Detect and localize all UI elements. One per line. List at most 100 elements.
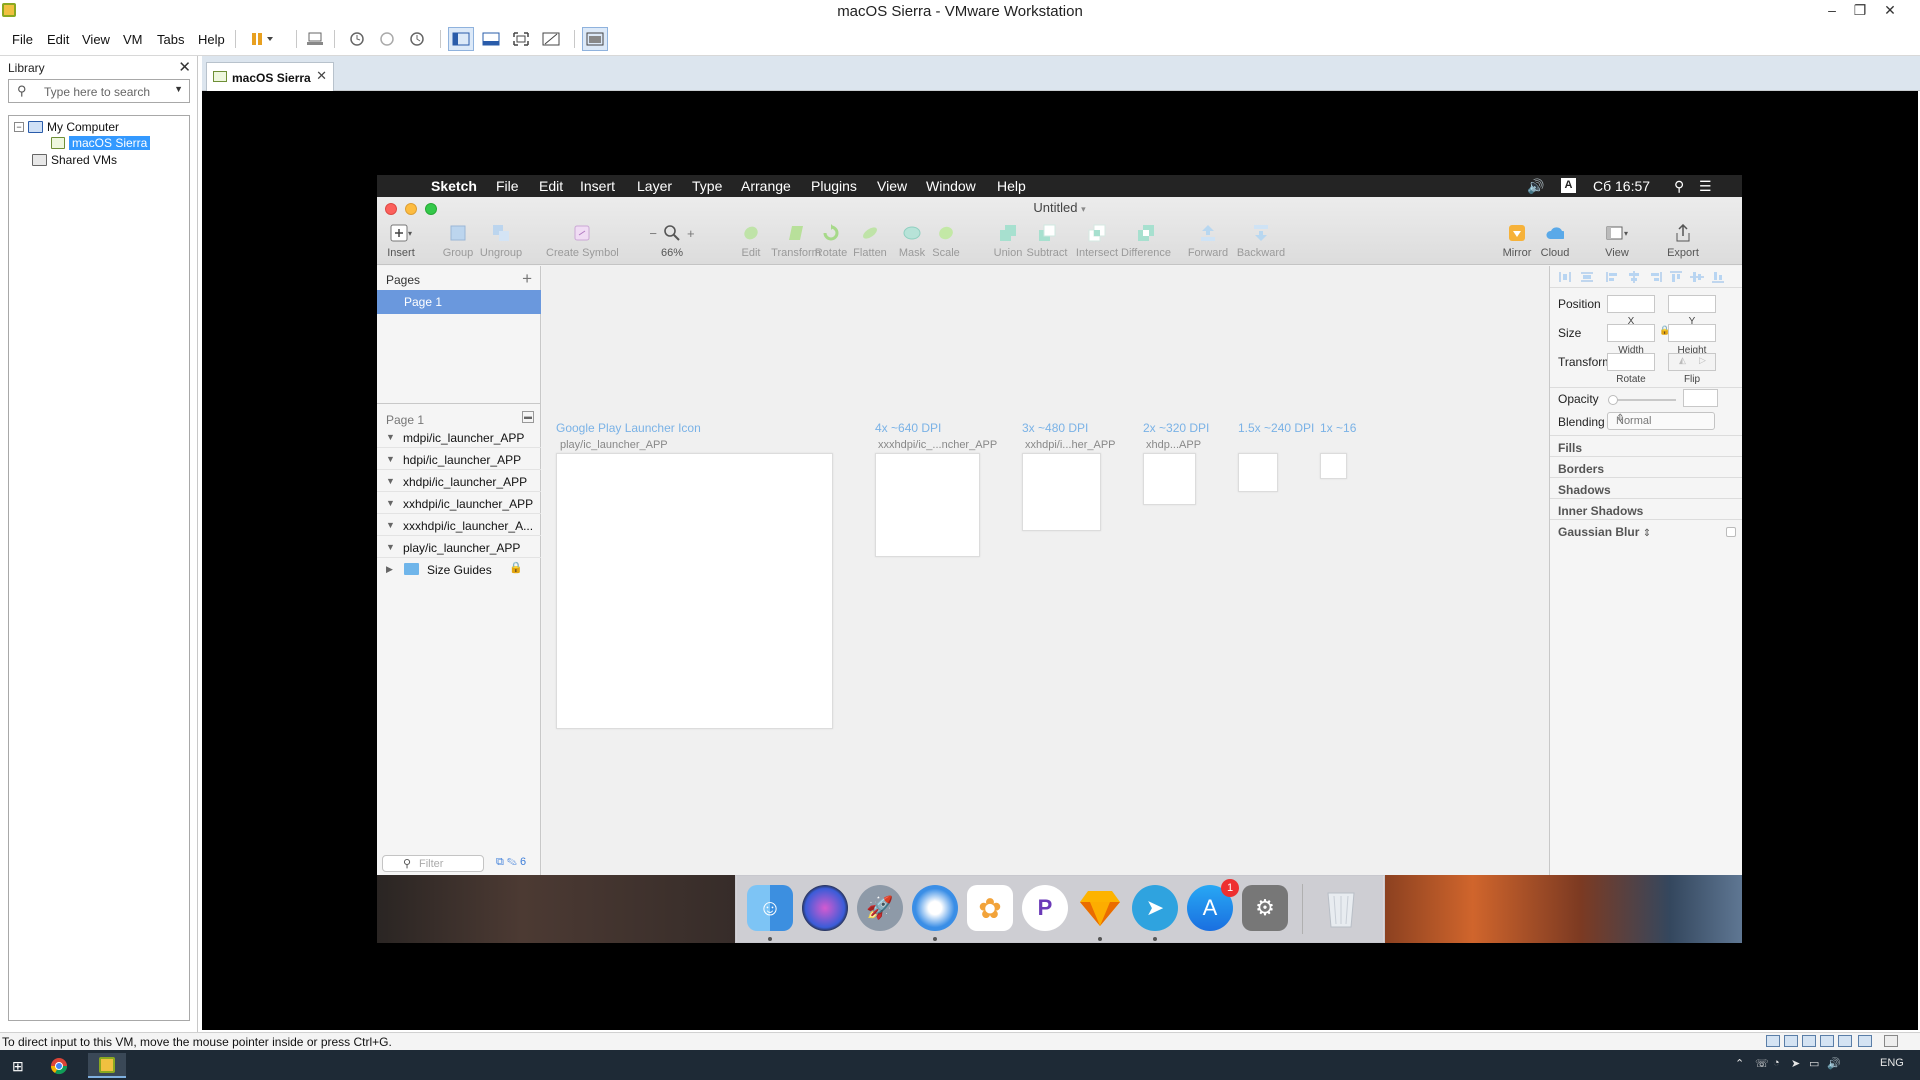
minimize-icon[interactable]: – xyxy=(1818,0,1846,22)
artboard-name[interactable]: xxxhdpi/ic_...ncher_APP xyxy=(878,439,997,451)
safari-icon[interactable]: ✧ xyxy=(912,885,958,931)
disclosure-triangle-icon[interactable]: ▼ xyxy=(386,476,395,486)
collapse-layers-icon[interactable]: ▬ xyxy=(522,411,534,423)
tree-item-shared-vms[interactable]: Shared VMs xyxy=(32,153,117,167)
layer-row-size-guides[interactable]: ▶ Size Guides 🔒 xyxy=(377,558,541,580)
network-tray-icon[interactable]: ▭ xyxy=(1809,1057,1819,1070)
layer-row[interactable]: ▼ hdpi/ic_launcher_APP xyxy=(377,448,541,470)
canvas[interactable]: Google Play Launcher Icon play/ic_launch… xyxy=(542,266,1549,875)
send-ctrl-alt-del-button[interactable] xyxy=(302,27,328,51)
console-view-button[interactable] xyxy=(582,27,608,51)
library-search-input[interactable]: ⚲ Type here to search ▼ xyxy=(8,79,190,103)
notification-center-icon[interactable]: ☰ xyxy=(1699,178,1712,195)
chevron-updown-icon[interactable]: ⇕ xyxy=(1643,528,1651,539)
artboard-title[interactable]: 4x ~640 DPI xyxy=(875,421,941,435)
fills-section[interactable]: Fills xyxy=(1558,441,1582,455)
artboard-title[interactable]: 3x ~480 DPI xyxy=(1022,421,1088,435)
hard-disk-icon[interactable] xyxy=(1766,1035,1780,1047)
artboard-title[interactable]: 2x ~320 DPI xyxy=(1143,421,1209,435)
gaussian-blur-checkbox[interactable] xyxy=(1726,527,1736,537)
artboard-play[interactable] xyxy=(556,453,833,729)
revert-snapshot-button[interactable] xyxy=(374,27,400,51)
telegram-icon[interactable]: ➤ xyxy=(1132,885,1178,931)
mac-menu-file[interactable]: File xyxy=(496,178,519,194)
menu-file[interactable]: File xyxy=(12,32,33,47)
opacity-input[interactable] xyxy=(1683,389,1718,407)
windows-start-icon[interactable]: ⊞ xyxy=(12,1058,24,1075)
tree-item-macos-sierra[interactable]: macOS Sierra xyxy=(51,136,151,150)
opacity-slider[interactable] xyxy=(1608,395,1676,405)
add-page-icon[interactable]: + xyxy=(522,269,532,289)
flip-buttons[interactable]: ◭ ▷ xyxy=(1668,353,1716,371)
mac-menu-app[interactable]: Sketch xyxy=(431,178,477,194)
restore-icon[interactable]: ❐ xyxy=(1846,0,1874,22)
subtract-button[interactable]: Subtract xyxy=(1020,221,1074,259)
blending-select[interactable]: Normal ⇕ xyxy=(1607,412,1715,430)
mac-menu-arrange[interactable]: Arrange xyxy=(741,178,791,194)
launchpad-icon[interactable]: 🚀 xyxy=(857,885,903,931)
system-preferences-icon[interactable]: ⚙ xyxy=(1242,885,1288,931)
tab-macos-sierra[interactable]: macOS Sierra ✕ xyxy=(206,62,334,91)
display-icon[interactable] xyxy=(1858,1035,1872,1047)
slices-filter-icon[interactable]: ✎ xyxy=(507,856,517,868)
volume-tray-icon[interactable]: 🔊 xyxy=(1827,1057,1841,1070)
unity-button[interactable] xyxy=(538,27,564,51)
align-top-icon[interactable] xyxy=(1669,271,1683,283)
position-y-input[interactable] xyxy=(1668,295,1716,313)
pause-vm-button[interactable] xyxy=(244,27,280,51)
distribute-vertical-icon[interactable] xyxy=(1580,271,1594,283)
ungroup-button[interactable]: Ungroup xyxy=(471,221,531,259)
tray-app-icon[interactable]: ◔ xyxy=(1773,1057,1780,1069)
align-right-icon[interactable] xyxy=(1648,271,1662,283)
export-button[interactable]: Export xyxy=(1661,221,1705,259)
close-icon[interactable]: ✕ xyxy=(1876,0,1904,22)
create-symbol-button[interactable]: Create Symbol xyxy=(546,221,619,259)
lock-icon[interactable]: 🔒 xyxy=(509,561,523,574)
mac-menu-insert[interactable]: Insert xyxy=(580,178,615,194)
disclosure-triangle-icon[interactable]: ▼ xyxy=(386,432,395,442)
distribute-horizontal-icon[interactable] xyxy=(1558,271,1572,283)
collapse-icon[interactable]: − xyxy=(14,122,24,132)
artboard-mdpi[interactable] xyxy=(1320,453,1347,479)
input-source-icon[interactable]: A xyxy=(1561,178,1576,193)
chevron-down-icon[interactable]: ▼ xyxy=(174,84,183,94)
symbols-filter-icon[interactable]: ⧉ xyxy=(496,856,504,868)
align-bottom-icon[interactable] xyxy=(1711,271,1725,283)
width-input[interactable] xyxy=(1607,324,1655,342)
align-left-icon[interactable] xyxy=(1606,271,1620,283)
mac-menu-edit[interactable]: Edit xyxy=(539,178,563,194)
page-item-page-1[interactable]: Page 1 xyxy=(377,290,541,314)
artboard-name[interactable]: play/ic_launcher_APP xyxy=(560,439,668,451)
mac-menu-type[interactable]: Type xyxy=(692,178,722,194)
artboard-title[interactable]: Google Play Launcher Icon xyxy=(556,421,701,435)
full-screen-button[interactable] xyxy=(508,27,534,51)
position-x-input[interactable] xyxy=(1607,295,1655,313)
layer-row[interactable]: ▼ xhdpi/ic_launcher_APP xyxy=(377,470,541,492)
message-log-icon[interactable] xyxy=(1884,1035,1898,1047)
thumbnail-bar-button[interactable] xyxy=(478,27,504,51)
mac-menu-help[interactable]: Help xyxy=(997,178,1026,194)
sound-card-icon[interactable] xyxy=(1838,1035,1852,1047)
disclosure-triangle-icon[interactable]: ▼ xyxy=(386,454,395,464)
tray-expand-icon[interactable]: ⌃ xyxy=(1735,1057,1744,1070)
flatten-button[interactable]: Flatten xyxy=(843,221,897,259)
network-adapter-icon[interactable] xyxy=(1802,1035,1816,1047)
menu-tabs[interactable]: Tabs xyxy=(157,32,184,47)
difference-button[interactable]: Difference xyxy=(1114,221,1178,259)
forward-button[interactable]: Forward xyxy=(1180,221,1236,259)
volume-icon[interactable]: 🔊 xyxy=(1527,178,1544,195)
scale-button[interactable]: Scale xyxy=(924,221,968,259)
gaussian-blur-section[interactable]: Gaussian Blur ⇕ xyxy=(1558,525,1651,539)
artboard-xxxhdpi[interactable] xyxy=(875,453,980,557)
siri-icon[interactable] xyxy=(802,885,848,931)
align-horizontal-center-icon[interactable] xyxy=(1627,271,1641,283)
height-input[interactable] xyxy=(1668,324,1716,342)
zoom-out-button[interactable]: − xyxy=(649,226,657,241)
clock[interactable]: Сб 16:57 xyxy=(1593,178,1650,194)
show-library-button[interactable] xyxy=(448,27,474,51)
mac-menu-plugins[interactable]: Plugins xyxy=(811,178,857,194)
artboard-title[interactable]: 1x ~16 xyxy=(1320,421,1356,435)
opacity-slider-knob[interactable] xyxy=(1608,395,1618,405)
snapshot-manager-button[interactable] xyxy=(404,27,430,51)
trash-icon[interactable] xyxy=(1318,885,1364,931)
